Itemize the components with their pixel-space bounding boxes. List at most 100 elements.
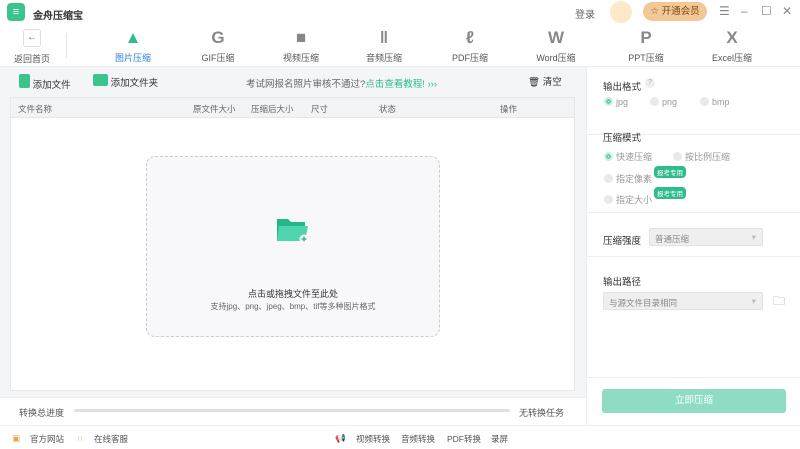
vip-button[interactable]: ☆ 开通会员 — [643, 2, 707, 21]
exam-badge: 报考专用 — [654, 187, 686, 199]
strength-label: 压缩强度 — [603, 233, 641, 247]
radio-label: bmp — [712, 97, 730, 107]
video-icon: ■ — [266, 27, 336, 49]
service-link[interactable]: 在线客服 — [94, 433, 128, 445]
tab-label: Word压缩 — [521, 51, 591, 64]
tab-label: GIF压缩 — [183, 51, 253, 64]
app-title: 金舟压缩宝 — [33, 7, 83, 22]
tab-excel-compress[interactable]: XExcel压缩 — [697, 27, 767, 64]
exam-badge: 报考专用 — [654, 166, 686, 178]
image-compress-icon: ▲ — [98, 27, 168, 49]
radio-label: 指定像素 — [616, 174, 652, 184]
back-button[interactable]: ← — [23, 29, 41, 47]
tab-label: 图片压缩 — [98, 51, 168, 64]
add-folder-label: 添加文件夹 — [111, 78, 159, 89]
app-logo: ≡ — [7, 3, 25, 21]
radio-label: 快速压缩 — [616, 152, 652, 162]
progress-bar — [74, 409, 510, 412]
col-compressed-size: 压缩后大小 — [251, 103, 294, 115]
divider — [587, 377, 800, 378]
tab-label: 视频压缩 — [266, 51, 336, 64]
headset-icon: ∩ — [77, 433, 83, 443]
mode-label: 压缩模式 — [603, 130, 641, 144]
video-convert-link[interactable]: 视频转换 — [356, 433, 390, 445]
radio-label: 指定大小 — [616, 195, 652, 205]
maximize-icon[interactable]: ☐ — [761, 4, 772, 18]
tab-ppt-compress[interactable]: PPPT压缩 — [611, 27, 681, 64]
help-icon[interactable]: ? — [645, 78, 655, 88]
tab-audio-compress[interactable]: ‖音频压缩 — [349, 27, 419, 64]
ppt-icon: P — [611, 27, 681, 49]
main-panel: 添加文件 添加文件夹 考试网报名照片审核不通过?点击查看教程! ››› 🗑 清空… — [0, 67, 586, 425]
tab-pdf-compress[interactable]: ℓ PDF压缩 — [435, 27, 505, 64]
folder-open-icon[interactable]: 🗀 — [773, 292, 785, 313]
format-bmp-radio[interactable]: bmp — [700, 97, 730, 107]
tab-label: 音频压缩 — [349, 51, 419, 64]
tutorial-link[interactable]: 点击查看教程! — [365, 79, 425, 90]
website-link[interactable]: 官方网站 — [30, 433, 64, 445]
screen-record-link[interactable]: 录屏 — [491, 433, 508, 445]
megaphone-icon: 📢 — [335, 433, 346, 444]
avatar[interactable] — [610, 1, 632, 23]
drop-title: 点击或拖拽文件至此处 — [147, 287, 439, 300]
gif-icon: G — [183, 27, 253, 49]
tab-gif-compress[interactable]: G GIF压缩 — [183, 27, 253, 64]
col-status: 状态 — [379, 103, 396, 115]
add-folder-button[interactable]: 添加文件夹 — [93, 74, 158, 89]
mode-section: 压缩模式 快速压缩 按比例压缩 指定像素 报考专用 指定大小 报考专用 — [587, 115, 800, 213]
word-icon: W — [521, 27, 591, 49]
file-icon — [19, 74, 30, 88]
add-file-label: 添加文件 — [33, 80, 71, 91]
folder-add-icon — [277, 217, 309, 243]
menu-icon[interactable]: ☰ — [719, 4, 730, 18]
tab-video-compress[interactable]: ■ 视频压缩 — [266, 27, 336, 64]
clear-button[interactable]: 🗑 清空 — [528, 74, 562, 88]
tip-question: 考试网报名照片审核不通过? — [246, 79, 365, 90]
format-png-radio[interactable]: png — [650, 97, 677, 107]
col-actions: 操作 — [500, 103, 517, 115]
close-icon[interactable]: ✕ — [782, 4, 792, 18]
strength-section: 压缩强度 普通压缩 — [587, 213, 800, 257]
minimize-icon[interactable]: – — [741, 4, 748, 18]
pdf-icon: ℓ — [435, 27, 505, 49]
tab-label: Excel压缩 — [697, 51, 767, 64]
tab-word-compress[interactable]: W Word压缩 — [521, 27, 591, 64]
tab-label: PDF压缩 — [435, 51, 505, 64]
col-original-size: 原文件大小 — [193, 103, 236, 115]
file-table: 文件名称 原文件大小 压缩后大小 尺寸 状态 操作 点击或拖拽文件至此处 支持j… — [10, 97, 575, 391]
drop-zone[interactable]: 点击或拖拽文件至此处 支持jpg、png、jpeg、bmp、tif等多种图片格式 — [146, 156, 440, 337]
format-jpg-radio[interactable]: jpg — [604, 97, 628, 107]
title-bar: ≡ 金舟压缩宝 登录 ☆ 开通会员 ☰ – ☐ ✕ — [0, 0, 800, 25]
pdf-convert-link[interactable]: PDF转换 — [447, 433, 481, 445]
mode-ratio-radio[interactable]: 按比例压缩 — [673, 150, 730, 163]
compress-now-button[interactable]: 立即压缩 — [602, 389, 786, 413]
mode-size-radio[interactable]: 指定大小 — [604, 193, 652, 206]
progress-status: 无转换任务 — [519, 406, 564, 419]
clear-label: 清空 — [543, 77, 562, 88]
mode-pixel-radio[interactable]: 指定像素 — [604, 172, 652, 185]
tip-text: 考试网报名照片审核不通过?点击查看教程! ››› — [246, 76, 437, 90]
login-link[interactable]: 登录 — [575, 6, 595, 21]
output-path-select[interactable]: 与源文件目录相同 — [603, 292, 763, 310]
audio-convert-link[interactable]: 音频转换 — [401, 433, 435, 445]
path-section: 输出路径 与源文件目录相同 🗀 — [587, 257, 800, 323]
add-file-button[interactable]: 添加文件 — [19, 74, 71, 91]
arrows-icon[interactable]: ››› — [428, 79, 438, 90]
tab-image-compress[interactable]: ▲ 图片压缩 — [98, 27, 168, 64]
website-icon: ▣ — [12, 433, 20, 444]
arrow-left-icon: ← — [27, 32, 37, 43]
radio-label: png — [662, 97, 677, 107]
path-label: 输出路径 — [603, 274, 641, 288]
col-name: 文件名称 — [18, 103, 52, 115]
strength-select[interactable]: 普通压缩 — [649, 228, 763, 246]
back-label[interactable]: 返回首页 — [14, 52, 50, 65]
crown-icon: ☆ — [650, 6, 659, 17]
radio-label: jpg — [616, 97, 628, 107]
progress-row: 转换总进度 无转换任务 — [0, 397, 586, 425]
toolbar: ← 返回首页 ▲ 图片压缩 G GIF压缩 ■ 视频压缩 ‖音频压缩 ℓ PDF压缩 W… — [0, 25, 800, 67]
mode-fast-radio[interactable]: 快速压缩 — [604, 150, 652, 163]
radio-label: 按比例压缩 — [685, 152, 730, 162]
col-dimensions: 尺寸 — [311, 103, 328, 115]
table-header: 文件名称 原文件大小 压缩后大小 尺寸 状态 操作 — [11, 98, 574, 118]
drop-subtitle: 支持jpg、png、jpeg、bmp、tif等多种图片格式 — [147, 301, 439, 312]
